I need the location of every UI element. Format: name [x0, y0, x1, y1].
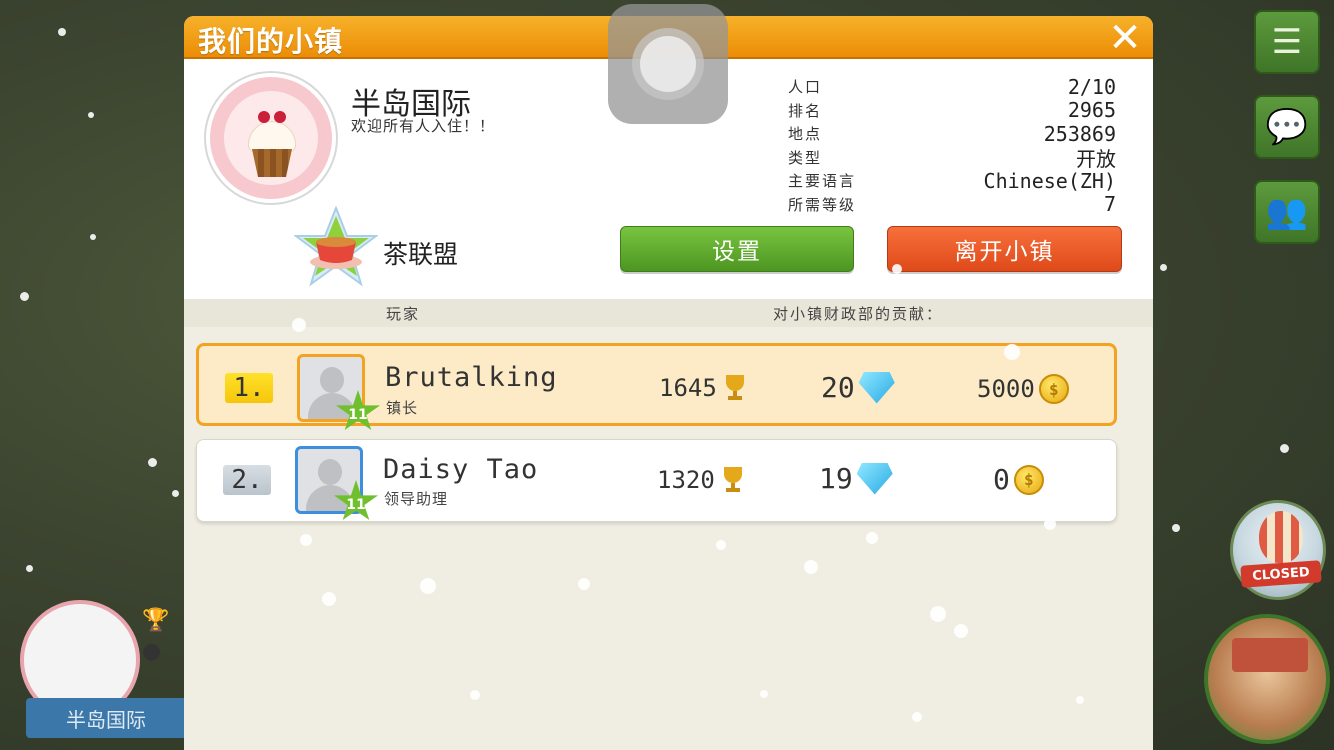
member-role: 镇长 — [386, 399, 419, 417]
member-coins: 0 $ — [993, 463, 1044, 496]
member-name: Daisy Tao — [383, 454, 539, 485]
trophy-count: 1320 — [657, 466, 715, 494]
coin-icon: ● — [142, 639, 162, 664]
column-contribution: 对小镇财政部的贡献： — [773, 305, 944, 323]
stat-value: 2/10 — [1067, 74, 1116, 99]
stat-label: 地点 — [788, 125, 823, 144]
shop-roof-icon — [1232, 638, 1308, 672]
member-name: Brutalking — [385, 362, 558, 393]
member-gems: 20 — [821, 371, 895, 404]
stat-label: 排名 — [788, 101, 823, 120]
hot-air-balloon-icon — [1259, 511, 1303, 563]
alliance-name[interactable]: 茶联盟 — [383, 235, 458, 271]
balloon-event-button[interactable]: CLOSED — [1230, 500, 1326, 600]
town-mini-icons: 🏆 ● — [142, 608, 169, 664]
stat-label: 人口 — [788, 78, 823, 97]
settings-button[interactable]: 设置 — [620, 226, 854, 272]
stat-label: 类型 — [788, 148, 823, 167]
menu-icon: ☰ — [1271, 22, 1303, 62]
close-icon[interactable]: ✕ — [1105, 18, 1145, 58]
build-shop-button[interactable] — [1204, 614, 1330, 744]
member-coins: 5000 $ — [977, 374, 1069, 404]
coin-count: 5000 — [977, 375, 1035, 403]
member-role: 领导助理 — [384, 490, 449, 508]
stat-value: 2965 — [1067, 98, 1116, 123]
coin-count: 0 — [993, 463, 1010, 496]
friends-icon: 👥 — [1265, 192, 1309, 232]
town-dialog: 我们的小镇 ✕ 半岛国际 欢迎所有人入住！！ 人口 2/10 排名 2965 地点 2… — [184, 16, 1153, 750]
member-level: 11 — [348, 407, 368, 423]
stat-population: 人口 2/10 — [788, 75, 1116, 99]
stat-label: 主要语言 — [788, 172, 857, 191]
cupcake-icon — [224, 91, 318, 185]
diamond-icon — [856, 462, 893, 495]
stat-rank: 排名 2965 — [788, 98, 1116, 123]
member-trophies: 1320 — [657, 466, 747, 494]
stat-value: Chinese(ZH) — [983, 168, 1116, 193]
closed-badge: CLOSED — [1240, 560, 1322, 588]
town-stats: 人口 2/10 排名 2965 地点 253869 类型 开放 主要语言 Chinese(… — [788, 75, 1116, 217]
stat-type: 类型 开放 — [788, 146, 1116, 171]
column-player: 玩家 — [386, 305, 421, 323]
town-logo — [206, 73, 336, 203]
dialog-title: 我们的小镇 — [198, 25, 344, 58]
gem-count: 20 — [821, 371, 855, 404]
trophy-icon — [719, 467, 747, 493]
friends-button[interactable]: 👥 — [1254, 180, 1320, 244]
trophy-icon: 🏆 — [142, 608, 170, 633]
member-rank: 2. — [223, 465, 271, 495]
menu-button[interactable]: ☰ — [1254, 10, 1320, 74]
stat-value: 开放 — [1076, 146, 1116, 171]
chat-button[interactable]: 💬 — [1254, 95, 1320, 159]
leave-town-button[interactable]: 离开小镇 — [887, 226, 1122, 272]
coin-icon: $ — [1013, 464, 1044, 495]
stat-value: 7 — [1103, 192, 1116, 217]
member-row[interactable]: 1. 11 Brutalking 镇长 1645 20 5000 $ — [196, 343, 1117, 431]
assistive-touch-button[interactable] — [608, 4, 728, 124]
member-list-header: 玩家 对小镇财政部的贡献： — [184, 299, 1153, 327]
stat-required-level: 所需等级 7 — [788, 192, 1116, 217]
member-trophies: 1645 — [659, 374, 749, 402]
chat-icon: 💬 — [1265, 107, 1309, 147]
trophy-count: 1645 — [659, 374, 717, 402]
member-rank: 1. — [225, 373, 273, 403]
member-gems: 19 — [819, 462, 893, 495]
diamond-icon — [858, 371, 895, 404]
member-row[interactable]: 2. 11 Daisy Tao 领导助理 1320 19 0 $ — [196, 439, 1117, 522]
stat-language: 主要语言 Chinese(ZH) — [788, 169, 1116, 193]
gem-count: 19 — [819, 462, 853, 495]
town-motto: 欢迎所有人入住！！ — [351, 117, 496, 135]
member-level: 11 — [346, 497, 366, 513]
stat-location: 地点 253869 — [788, 122, 1116, 146]
town-badge-label: 半岛国际 — [26, 698, 186, 738]
tea-cup-star-icon — [294, 206, 378, 287]
stat-label: 所需等级 — [788, 195, 857, 214]
coin-icon: $ — [1038, 374, 1069, 404]
trophy-icon — [721, 375, 749, 401]
